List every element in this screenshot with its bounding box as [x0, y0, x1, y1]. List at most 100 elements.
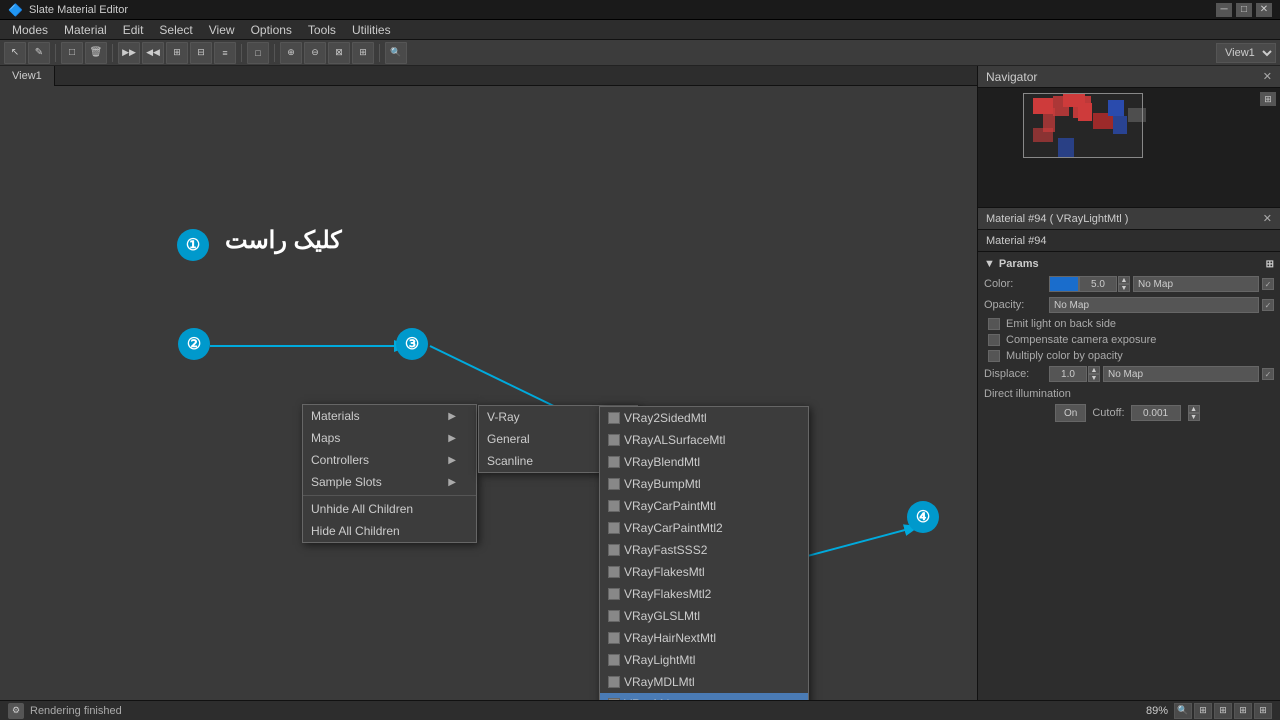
material-close-button[interactable]: ✕ — [1263, 212, 1272, 225]
step3-circle: ③ — [396, 328, 428, 360]
viewport[interactable]: ① ② ③ ④ کلیک راست Materials ▶ — [0, 86, 977, 700]
ctx-sample-slots[interactable]: Sample Slots ▶ — [303, 471, 476, 493]
ctx-unhide-children[interactable]: Unhide All Children — [303, 498, 476, 520]
color-spin-up[interactable]: ▲ — [1118, 276, 1130, 284]
vray-mtl-carpaint[interactable]: VRayCarPaintMtl — [600, 495, 808, 517]
ctx-materials-arrow: ▶ — [448, 411, 456, 422]
opacity-map-check[interactable]: ✓ — [1262, 299, 1274, 311]
tb-btn6[interactable]: ⊟ — [190, 42, 212, 64]
tb-delete-btn[interactable]: 🗑 — [85, 42, 107, 64]
vray-mtl-fastsss2[interactable]: VRayFastSSS2 — [600, 539, 808, 561]
vray-mtl-carpaint2[interactable]: VRayCarPaintMtl2 — [600, 517, 808, 539]
color-value-input[interactable] — [1079, 276, 1117, 292]
tb-btn4[interactable]: ◀◀ — [142, 42, 164, 64]
navigator-expand-button[interactable]: ⊞ — [1260, 92, 1276, 106]
vray-mtl-2sided[interactable]: VRay2SidedMtl — [600, 407, 808, 429]
color-map-check[interactable]: ✓ — [1262, 278, 1274, 290]
close-button[interactable]: ✕ — [1256, 3, 1272, 17]
vray-mtl-main[interactable]: VRayMtl — [600, 693, 808, 700]
ctx-maps[interactable]: Maps ▶ — [303, 427, 476, 449]
status-btn-1[interactable]: ⊞ — [1194, 703, 1212, 719]
menu-utilities[interactable]: Utilities — [344, 21, 399, 39]
params-collapse-icon[interactable]: ▼ — [984, 258, 995, 270]
tb-rect-btn[interactable]: □ — [61, 42, 83, 64]
tb-btn7[interactable]: ≡ — [214, 42, 236, 64]
view-selector[interactable]: View1 — [1216, 43, 1276, 63]
status-btn-4[interactable]: ⊞ — [1254, 703, 1272, 719]
vray-mtl-alsurface[interactable]: VRayALSurfaceMtl — [600, 429, 808, 451]
menubar: Modes Material Edit Select View Options … — [0, 20, 1280, 40]
status-btn-3[interactable]: ⊞ — [1234, 703, 1252, 719]
direct-illum-section: Direct illumination On Cutoff: ▲ ▼ — [984, 388, 1274, 422]
vray-mtl-flakes[interactable]: VRayFlakesMtl — [600, 561, 808, 583]
tb-zoom-btn[interactable]: 🔍 — [385, 42, 407, 64]
tb-select-btn[interactable]: ↖ — [4, 42, 26, 64]
menu-modes[interactable]: Modes — [4, 21, 56, 39]
comp-camera-checkbox[interactable] — [988, 334, 1000, 346]
vray-mtl-blend[interactable]: VRayBlendMtl — [600, 451, 808, 473]
vray-mtl-hairnext[interactable]: VRayHairNextMtl — [600, 627, 808, 649]
ctx-maps-arrow: ▶ — [448, 433, 456, 444]
tb-btn12[interactable]: ⊞ — [352, 42, 374, 64]
params-title: ▼ Params ⊞ — [984, 258, 1274, 270]
ctx-materials[interactable]: Materials ▶ — [303, 405, 476, 427]
tb-btn3[interactable]: ▶▶ — [118, 42, 140, 64]
vray-mtl-glsl[interactable]: VRayGLSLMtl — [600, 605, 808, 627]
ctx-hide-children[interactable]: Hide All Children — [303, 520, 476, 542]
menu-options[interactable]: Options — [243, 21, 300, 39]
color-swatch[interactable] — [1049, 276, 1079, 292]
app-icon: 🔷 — [8, 3, 23, 17]
minimize-button[interactable]: ─ — [1216, 3, 1232, 17]
statusbar: ⚙ Rendering finished 89% 🔍 ⊞ ⊞ ⊞ ⊞ — [0, 700, 1280, 720]
displace-spin-down[interactable]: ▼ — [1088, 374, 1100, 382]
color-row: Color: ▲ ▼ No Map ✓ — [984, 276, 1274, 292]
ctx-controllers[interactable]: Controllers ▶ — [303, 449, 476, 471]
tb-draw-btn[interactable]: ✎ — [28, 42, 50, 64]
displace-value-input[interactable] — [1049, 366, 1087, 382]
menu-view[interactable]: View — [201, 21, 243, 39]
params-options-icon[interactable]: ⊞ — [1266, 259, 1274, 270]
displace-spin-up[interactable]: ▲ — [1088, 366, 1100, 374]
menu-tools[interactable]: Tools — [300, 21, 344, 39]
tb-sep4 — [274, 44, 275, 62]
tb-btn9[interactable]: ⊕ — [280, 42, 302, 64]
submenu-vray-materials: VRay2SidedMtl VRayALSurfaceMtl VRayBlend… — [599, 406, 809, 700]
displace-map-check[interactable]: ✓ — [1262, 368, 1274, 380]
comp-camera-row: Compensate camera exposure — [984, 334, 1274, 346]
tb-btn5[interactable]: ⊞ — [166, 42, 188, 64]
vray-mtl-bump[interactable]: VRayBumpMtl — [600, 473, 808, 495]
cutoff-value-input[interactable] — [1131, 405, 1181, 421]
opacity-nomap[interactable]: No Map — [1049, 297, 1259, 313]
tb-btn10[interactable]: ⊖ — [304, 42, 326, 64]
color-nomap[interactable]: No Map — [1133, 276, 1259, 292]
emit-back-checkbox[interactable] — [988, 318, 1000, 330]
vray-mtl-mdl[interactable]: VRayMDLMtl — [600, 671, 808, 693]
status-btn-2[interactable]: ⊞ — [1214, 703, 1232, 719]
tb-sep5 — [379, 44, 380, 62]
multiply-color-checkbox[interactable] — [988, 350, 1000, 362]
color-spin-down[interactable]: ▼ — [1118, 284, 1130, 292]
cutoff-spin-up[interactable]: ▲ — [1188, 405, 1200, 413]
navigator-panel: Navigator ✕ ⊞ Material #94 ( VRayLig — [977, 66, 1280, 700]
status-btn-search[interactable]: 🔍 — [1174, 703, 1192, 719]
cutoff-spin-down[interactable]: ▼ — [1188, 413, 1200, 421]
opacity-label: Opacity: — [984, 299, 1049, 311]
displace-nomap[interactable]: No Map — [1103, 366, 1259, 382]
menu-edit[interactable]: Edit — [115, 21, 152, 39]
navigator-close[interactable]: ✕ — [1263, 70, 1272, 83]
menu-select[interactable]: Select — [151, 21, 200, 39]
ctx-controllers-arrow: ▶ — [448, 455, 456, 466]
direct-illum-on-button[interactable]: On — [1055, 404, 1086, 422]
view-tab-view1[interactable]: View1 — [0, 66, 55, 86]
vray-mtl-flakes2[interactable]: VRayFlakesMtl2 — [600, 583, 808, 605]
restore-button[interactable]: □ — [1236, 3, 1252, 17]
emit-back-row: Emit light on back side — [984, 318, 1274, 330]
toolbar: ↖ ✎ □ 🗑 ▶▶ ◀◀ ⊞ ⊟ ≡ □ ⊕ ⊖ ⊠ ⊞ 🔍 View1 — [0, 40, 1280, 66]
tb-btn11[interactable]: ⊠ — [328, 42, 350, 64]
vray-mtl-light[interactable]: VRayLightMtl — [600, 649, 808, 671]
navigator-header: Navigator ✕ — [978, 66, 1280, 88]
tb-btn8[interactable]: □ — [247, 42, 269, 64]
comp-camera-label: Compensate camera exposure — [1006, 334, 1156, 346]
context-menu: Materials ▶ Maps ▶ Controllers ▶ Sample … — [302, 404, 477, 543]
menu-material[interactable]: Material — [56, 21, 115, 39]
